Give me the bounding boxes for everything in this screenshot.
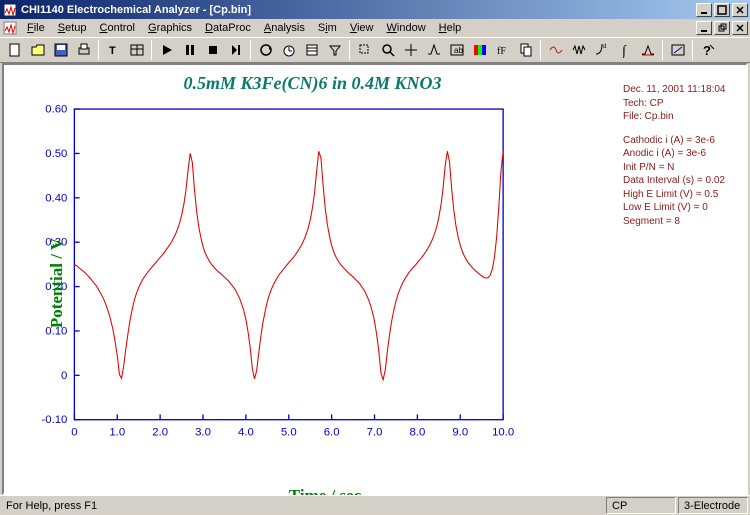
tool-run-icon[interactable]: [155, 39, 178, 61]
info-panel: Dec. 11, 2001 11:18:04 Tech: CP File: Cp…: [621, 65, 746, 233]
tool-help-icon[interactable]: ?: [696, 39, 719, 61]
status-help: For Help, press F1: [0, 497, 604, 514]
tool-textopts-icon[interactable]: ab: [445, 39, 468, 61]
tool-font-icon[interactable]: fF: [491, 39, 514, 61]
menu-view[interactable]: View: [344, 20, 380, 36]
svg-text:0: 0: [71, 426, 77, 438]
tool-print-icon[interactable]: [72, 39, 95, 61]
tool-baseline-icon[interactable]: [636, 39, 659, 61]
tool-cursor-icon[interactable]: [399, 39, 422, 61]
close-button[interactable]: [732, 3, 748, 17]
tool-zoom-icon[interactable]: [376, 39, 399, 61]
status-mode1: CP: [606, 497, 676, 514]
tool-deriv-icon[interactable]: d: [590, 39, 613, 61]
info-interval: Data Interval (s) = 0.02: [623, 174, 741, 188]
document-icon: [2, 20, 18, 36]
tool-calibrate-icon[interactable]: [666, 39, 689, 61]
info-anodic: Anodic i (A) = 3e-6: [623, 147, 741, 161]
mdi-close-button[interactable]: [732, 21, 748, 35]
mdi-minimize-button[interactable]: [696, 21, 712, 35]
window-controls: [696, 3, 748, 17]
menubar-row: File Setup Control Graphics DataProc Ana…: [0, 19, 750, 37]
menu-graphics[interactable]: Graphics: [142, 20, 198, 36]
menu-setup[interactable]: Setup: [52, 20, 93, 36]
svg-text:6.0: 6.0: [324, 426, 340, 438]
tool-wave-icon[interactable]: [567, 39, 590, 61]
svg-text:9.0: 9.0: [452, 426, 468, 438]
info-file: File: Cp.bin: [623, 110, 741, 124]
tool-technique-icon[interactable]: T: [102, 39, 125, 61]
menu-dataproc[interactable]: DataProc: [199, 20, 257, 36]
menu-analysis[interactable]: Analysis: [258, 20, 311, 36]
window-title: CHI1140 Electrochemical Analyzer - [Cp.b…: [21, 4, 696, 16]
info-segment: Segment = 8: [623, 215, 741, 229]
svg-text:3.0: 3.0: [195, 426, 211, 438]
tool-smooth-icon[interactable]: [544, 39, 567, 61]
tool-repeat-icon[interactable]: [254, 39, 277, 61]
status-mode2: 3-Electrode: [678, 497, 748, 514]
y-axis-label: Potential / V: [45, 105, 70, 460]
info-initpn: Init P/N = N: [623, 161, 741, 175]
svg-text:8.0: 8.0: [409, 426, 425, 438]
tool-macro-icon[interactable]: [300, 39, 323, 61]
info-cathodic: Cathodic i (A) = 3e-6: [623, 134, 741, 148]
tool-integ-icon[interactable]: ∫: [613, 39, 636, 61]
tool-copy-icon[interactable]: [514, 39, 537, 61]
tool-open-icon[interactable]: [26, 39, 49, 61]
mdi-controls: [696, 21, 748, 35]
mdi-restore-button[interactable]: [714, 21, 730, 35]
chart-area: 0.5mM K3Fe(CN)6 in 0.4M KNO3 0 1.0 2.0 3.0 4…: [4, 65, 621, 493]
svg-text:d: d: [603, 44, 606, 50]
info-highe: High E Limit (V) = 0.5: [623, 188, 741, 202]
menu-file[interactable]: File: [21, 20, 51, 36]
tool-params-icon[interactable]: [125, 39, 148, 61]
info-datetime: Dec. 11, 2001 11:18:04: [623, 83, 741, 97]
tool-pause-icon[interactable]: [178, 39, 201, 61]
svg-text:10.0: 10.0: [492, 426, 514, 438]
svg-text:fF: fF: [497, 46, 506, 57]
tool-skip-icon[interactable]: [224, 39, 247, 61]
workspace: 0.5mM K3Fe(CN)6 in 0.4M KNO3 0 1.0 2.0 3.0 4…: [2, 63, 748, 495]
statusbar: For Help, press F1 CP 3-Electrode: [0, 495, 750, 515]
info-tech: Tech: CP: [623, 97, 741, 111]
toolbar: T ab fF d ∫ ?: [0, 37, 750, 63]
menu-help[interactable]: Help: [433, 20, 468, 36]
tool-color-icon[interactable]: [468, 39, 491, 61]
menu-sim[interactable]: Sim: [312, 20, 343, 36]
svg-text:T: T: [109, 45, 116, 57]
app-icon: [2, 2, 18, 18]
tool-peak-icon[interactable]: [422, 39, 445, 61]
tool-new-icon[interactable]: [3, 39, 26, 61]
titlebar: CHI1140 Electrochemical Analyzer - [Cp.b…: [0, 0, 750, 19]
tool-save-icon[interactable]: [49, 39, 72, 61]
menu-window[interactable]: Window: [381, 20, 432, 36]
tool-filter-icon[interactable]: [323, 39, 346, 61]
tool-stop-icon[interactable]: [201, 39, 224, 61]
menubar: File Setup Control Graphics DataProc Ana…: [21, 20, 467, 36]
svg-text:∫: ∫: [621, 44, 627, 58]
info-lowe: Low E Limit (V) = 0: [623, 201, 741, 215]
svg-text:ab: ab: [454, 46, 463, 55]
svg-text:7.0: 7.0: [367, 426, 383, 438]
svg-text:2.0: 2.0: [152, 426, 168, 438]
minimize-button[interactable]: [696, 3, 712, 17]
svg-text:1.0: 1.0: [109, 426, 125, 438]
svg-text:5.0: 5.0: [281, 426, 297, 438]
tool-timer-icon[interactable]: [277, 39, 300, 61]
chart-title: 0.5mM K3Fe(CN)6 in 0.4M KNO3: [4, 73, 621, 94]
plot[interactable]: 01.02.03.04.05.06.07.08.09.010.0 -0.1000…: [80, 105, 570, 460]
menu-control[interactable]: Control: [94, 20, 141, 36]
maximize-button[interactable]: [714, 3, 730, 17]
tool-zoomselect-icon[interactable]: [353, 39, 376, 61]
svg-text:4.0: 4.0: [238, 426, 254, 438]
